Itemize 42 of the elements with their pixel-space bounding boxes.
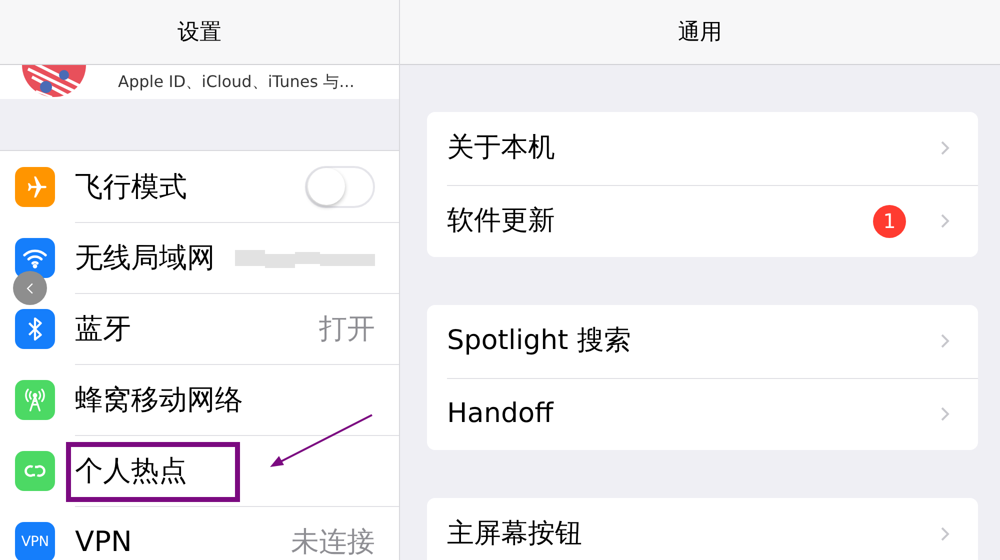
settings-row[interactable]: 蓝牙 打开 xyxy=(0,293,399,364)
wifi-icon xyxy=(15,238,55,278)
settings-row[interactable]: 个人热点 xyxy=(0,435,399,506)
row-label: Handoff xyxy=(447,397,555,431)
row-value: 打开 xyxy=(319,313,375,345)
row-value: 未连接 xyxy=(291,526,375,558)
settings-row[interactable]: VPN VPN 未连接 xyxy=(0,506,399,560)
toggle-switch[interactable] xyxy=(305,166,375,208)
chevron-icon xyxy=(940,526,950,542)
row-label: 飞行模式 xyxy=(75,170,187,202)
chevron-icon xyxy=(940,140,950,156)
nav-title: 设置 xyxy=(178,18,222,46)
chevron-icon xyxy=(940,213,950,230)
chevron-icon xyxy=(940,406,950,422)
settings-row[interactable]: Handoff xyxy=(447,378,978,450)
vpn-icon: VPN xyxy=(15,522,55,560)
chevron-left-icon xyxy=(26,282,34,294)
row-label: 软件更新 xyxy=(447,204,556,238)
row-label: 关于本机 xyxy=(447,131,556,165)
bluetooth-icon xyxy=(15,308,55,348)
row-label: 主屏幕按钮 xyxy=(447,517,583,551)
row-label: 个人热点 xyxy=(75,455,187,487)
antenna-icon xyxy=(15,380,55,420)
row-label: VPN xyxy=(75,526,132,558)
row-label: 蓝牙 xyxy=(75,313,131,345)
settings-row[interactable]: 软件更新 1 xyxy=(447,184,978,257)
row-label: 无线局域网 xyxy=(75,242,215,274)
nav-title: 通用 xyxy=(678,18,722,46)
badge: 1 xyxy=(873,204,906,238)
settings-row[interactable]: 无线局域网 xyxy=(0,222,399,293)
settings-row[interactable]: 蜂窝移动网络 xyxy=(0,364,399,435)
chevron-icon xyxy=(940,333,950,350)
chain-link-icon xyxy=(15,450,55,490)
profile-row[interactable]: Apple ID、iCloud、iTunes 与... xyxy=(0,65,399,99)
settings-row[interactable]: 关于本机 xyxy=(447,112,978,184)
row-label: 蜂窝移动网络 xyxy=(75,384,243,416)
row-label: Spotlight 搜索 xyxy=(447,324,632,358)
settings-row[interactable]: 主屏幕按钮 xyxy=(447,498,978,560)
settings-row[interactable]: Spotlight 搜索 xyxy=(447,305,978,378)
settings-row[interactable]: 飞行模式 xyxy=(0,151,399,222)
airplane-icon xyxy=(15,166,55,206)
profile-subtitle: Apple ID、iCloud、iTunes 与... xyxy=(118,72,354,92)
